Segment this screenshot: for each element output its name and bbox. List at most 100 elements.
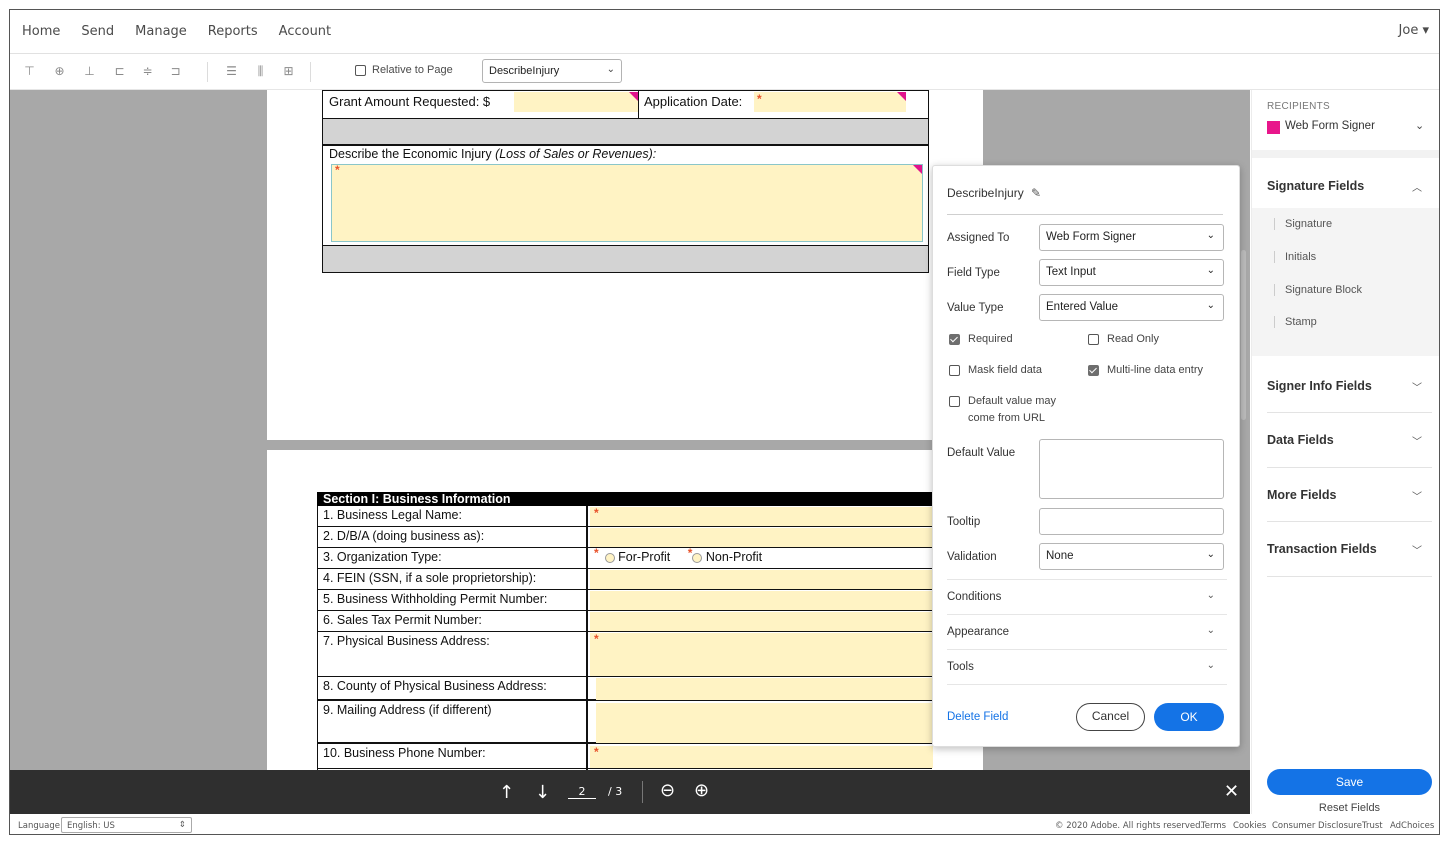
top-nav: Home Send Manage Reports Account Joe ▾ bbox=[10, 10, 1439, 54]
stamp-item[interactable]: Stamp bbox=[1274, 316, 1317, 328]
field-selector-dropdown[interactable]: DescribeInjury ⌄ bbox=[482, 59, 622, 83]
nav-reports[interactable]: Reports bbox=[208, 24, 258, 39]
fein-field[interactable] bbox=[590, 570, 933, 589]
signer-info-fields-header[interactable]: Signer Info Fields ﹀ bbox=[1267, 379, 1422, 394]
page-number-input[interactable]: 2 bbox=[568, 785, 596, 799]
conditions-section[interactable]: Conditions ⌄ bbox=[947, 579, 1227, 614]
application-date-field[interactable] bbox=[754, 92, 906, 112]
align-middle-icon[interactable]: ⊕ bbox=[52, 64, 67, 79]
validation-select[interactable]: None ⌄ bbox=[1039, 543, 1224, 570]
recipient-selector[interactable]: Web Form Signer ⌄ bbox=[1267, 120, 1439, 140]
chevron-down-icon: ⌄ bbox=[1206, 625, 1215, 636]
nav-home[interactable]: Home bbox=[22, 24, 60, 39]
dba-field[interactable] bbox=[590, 528, 933, 547]
transaction-fields-header[interactable]: Transaction Fields ﹀ bbox=[1267, 542, 1422, 557]
field-name-title: DescribeInjury ✎ bbox=[947, 186, 1041, 200]
assigned-to-select[interactable]: Web Form Signer ⌄ bbox=[1039, 224, 1224, 251]
divider bbox=[1267, 412, 1432, 413]
checkbox-icon[interactable] bbox=[355, 64, 366, 76]
next-page-icon[interactable]: ↓ bbox=[535, 782, 550, 803]
field-corner-marker bbox=[913, 165, 922, 174]
zoom-in-icon[interactable]: ⊕ bbox=[694, 780, 709, 801]
grant-amount-field[interactable] bbox=[514, 92, 639, 112]
initials-item[interactable]: Initials bbox=[1274, 251, 1316, 263]
nav-manage[interactable]: Manage bbox=[135, 24, 187, 39]
tools-section[interactable]: Tools ⌄ bbox=[947, 649, 1227, 684]
bar-divider bbox=[642, 781, 643, 803]
checkbox-icon[interactable] bbox=[949, 364, 960, 376]
checkbox-icon[interactable] bbox=[949, 395, 960, 407]
zoom-out-icon[interactable]: ⊖ bbox=[660, 780, 675, 801]
required-checkbox[interactable]: Required bbox=[949, 333, 1013, 345]
mask-field-checkbox[interactable]: Mask field data bbox=[949, 364, 1042, 376]
align-bottom-icon[interactable]: ⊥ bbox=[82, 64, 97, 79]
default-url-checkbox[interactable]: Default value may bbox=[949, 395, 1056, 407]
match-size-icon[interactable]: ⊞ bbox=[281, 64, 296, 79]
value-type-select[interactable]: Entered Value ⌄ bbox=[1039, 294, 1224, 321]
nav-send[interactable]: Send bbox=[81, 24, 114, 39]
multiline-checkbox[interactable]: Multi-line data entry bbox=[1088, 364, 1203, 376]
delete-field-link[interactable]: Delete Field bbox=[947, 711, 1008, 723]
nav-account[interactable]: Account bbox=[279, 24, 332, 39]
application-date-label: Application Date: bbox=[644, 94, 743, 109]
for-profit-radio[interactable] bbox=[604, 552, 615, 563]
business-phone-field[interactable] bbox=[590, 746, 933, 768]
canvas-scrollbar[interactable] bbox=[1241, 250, 1246, 420]
ok-button[interactable]: OK bbox=[1154, 703, 1224, 731]
align-center-icon[interactable]: ≑ bbox=[140, 64, 155, 79]
align-top-icon[interactable]: ⊤ bbox=[22, 64, 37, 79]
adchoices-link[interactable]: AdChoices bbox=[1390, 821, 1434, 831]
data-fields-label: Data Fields bbox=[1267, 433, 1334, 447]
trust-link[interactable]: Trust bbox=[1362, 821, 1383, 831]
signer-info-label: Signer Info Fields bbox=[1267, 379, 1372, 393]
more-fields-label: More Fields bbox=[1267, 488, 1337, 502]
signature-fields-header[interactable]: Signature Fields ︿ bbox=[1267, 179, 1422, 194]
data-fields-header[interactable]: Data Fields ﹀ bbox=[1267, 433, 1422, 448]
withholding-permit-field[interactable] bbox=[590, 591, 933, 610]
total-pages: / 3 bbox=[608, 785, 623, 798]
describe-label-text: Describe the Economic Injury bbox=[329, 147, 492, 161]
checkbox-icon[interactable] bbox=[1088, 364, 1099, 376]
language-select[interactable]: English: US ⇕ bbox=[61, 817, 192, 833]
sales-tax-permit-field[interactable] bbox=[590, 612, 933, 631]
cookies-link[interactable]: Cookies bbox=[1233, 821, 1266, 831]
align-left-icon[interactable]: ⊏ bbox=[112, 64, 127, 79]
terms-link[interactable]: Terms bbox=[1201, 821, 1226, 831]
chevron-down-icon: ﹀ bbox=[1412, 437, 1422, 448]
read-only-checkbox[interactable]: Read Only bbox=[1088, 333, 1159, 345]
cancel-button[interactable]: Cancel bbox=[1076, 703, 1145, 731]
reset-fields-link[interactable]: Reset Fields bbox=[1267, 802, 1432, 814]
distribute-horizontal-icon[interactable]: ☰ bbox=[224, 64, 239, 79]
checkbox-icon[interactable] bbox=[1088, 333, 1099, 345]
default-value-textarea[interactable] bbox=[1039, 439, 1224, 499]
close-icon[interactable]: ✕ bbox=[1224, 781, 1239, 802]
tooltip-input[interactable] bbox=[1039, 508, 1224, 535]
business-legal-name-field[interactable] bbox=[590, 507, 933, 526]
user-menu[interactable]: Joe ▾ bbox=[1399, 23, 1429, 38]
mailing-address-field[interactable] bbox=[596, 703, 933, 743]
county-field[interactable] bbox=[596, 678, 933, 700]
consumer-disclosure-link[interactable]: Consumer Disclosure bbox=[1272, 821, 1362, 831]
describe-injury-field[interactable] bbox=[331, 164, 923, 242]
more-fields-header[interactable]: More Fields ﹀ bbox=[1267, 488, 1422, 503]
row-label: 6. Sales Tax Permit Number: bbox=[323, 613, 482, 627]
checkbox-icon[interactable] bbox=[949, 333, 960, 345]
signature-item[interactable]: Signature bbox=[1274, 218, 1332, 230]
edit-pencil-icon[interactable]: ✎ bbox=[1031, 186, 1041, 200]
previous-page-icon[interactable]: ↑ bbox=[499, 782, 514, 803]
save-button[interactable]: Save bbox=[1267, 769, 1432, 795]
appearance-label: Appearance bbox=[947, 626, 1010, 638]
conditions-label: Conditions bbox=[947, 591, 1002, 603]
divider bbox=[947, 684, 1227, 685]
signature-block-item[interactable]: Signature Block bbox=[1274, 284, 1362, 296]
align-right-icon[interactable]: ⊐ bbox=[168, 64, 183, 79]
non-profit-radio[interactable] bbox=[692, 552, 703, 563]
divider bbox=[1267, 521, 1432, 522]
non-profit-label: Non-Profit bbox=[705, 550, 763, 564]
distribute-vertical-icon[interactable]: ⫼ bbox=[253, 64, 268, 79]
appearance-section[interactable]: Appearance ⌄ bbox=[947, 614, 1227, 649]
row-label: 8. County of Physical Business Address: bbox=[323, 679, 547, 693]
physical-address-field[interactable] bbox=[590, 633, 933, 676]
field-type-select[interactable]: Text Input ⌄ bbox=[1039, 259, 1224, 286]
relative-to-page-checkbox[interactable]: Relative to Page bbox=[355, 64, 453, 76]
